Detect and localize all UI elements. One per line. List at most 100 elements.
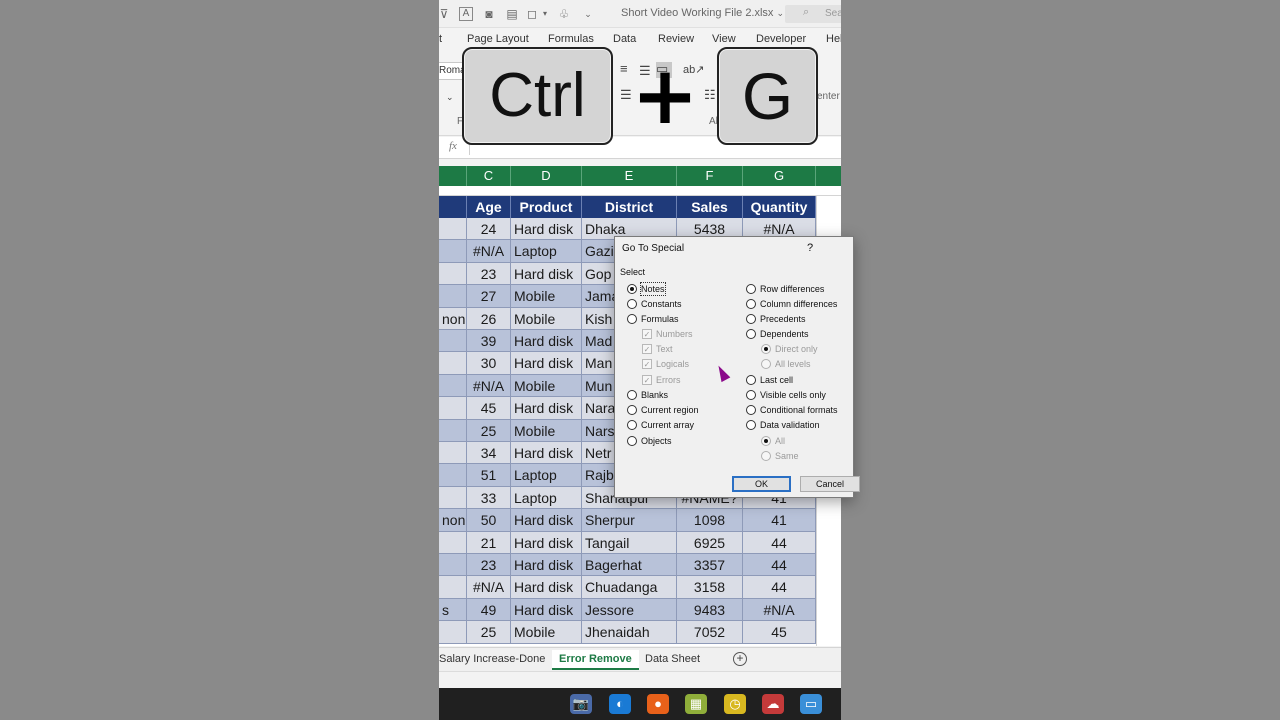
header-cell-sales[interactable]: Sales xyxy=(677,196,743,218)
cell-b[interactable] xyxy=(439,576,467,599)
cell-age[interactable]: 50 xyxy=(467,509,511,532)
cell-age[interactable]: 26 xyxy=(467,307,511,330)
sheet-tab-salary-increase[interactable]: Salary Increase-Done xyxy=(439,653,545,665)
cell-product[interactable]: Hard disk xyxy=(511,262,582,286)
cell-sales[interactable]: 7052 xyxy=(677,621,743,644)
help-icon[interactable]: ? xyxy=(807,242,813,254)
sheet-tab-error-remove[interactable]: Error Remove xyxy=(552,650,639,670)
cell-age[interactable]: 23 xyxy=(467,554,511,577)
cell-b[interactable] xyxy=(439,442,467,465)
cell-age[interactable]: 49 xyxy=(467,598,511,622)
cell-product[interactable]: Hard disk xyxy=(511,598,582,622)
indent-icon[interactable]: ☷ xyxy=(704,88,716,102)
cell-product[interactable]: Mobile xyxy=(511,307,582,330)
cell-sales[interactable]: 6925 xyxy=(677,531,743,554)
cell-sales[interactable]: 3158 xyxy=(677,576,743,599)
cell-quantity[interactable]: 45 xyxy=(743,621,816,644)
cell-district[interactable]: Jessore xyxy=(582,598,677,622)
cell-b[interactable] xyxy=(439,486,467,510)
column-header-e[interactable]: E xyxy=(582,166,677,186)
chevron-down-icon[interactable]: ⌄ xyxy=(777,8,785,18)
tab-formulas[interactable]: Formulas xyxy=(548,33,594,45)
column-header-c[interactable]: C xyxy=(467,166,511,186)
cell-age[interactable]: 25 xyxy=(467,419,511,442)
network-app-icon[interactable]: ☁ xyxy=(762,694,784,714)
ok-button[interactable]: OK xyxy=(732,476,791,492)
clock-app-icon[interactable]: ◷ xyxy=(724,694,746,714)
header-cell-quantity[interactable]: Quantity xyxy=(743,196,816,218)
cell-district[interactable]: Bagerhat xyxy=(582,554,677,577)
drive-app-icon[interactable]: ▭ xyxy=(800,694,822,714)
cell-b[interactable] xyxy=(439,464,467,487)
cell-quantity[interactable]: #N/A xyxy=(743,598,816,622)
cell-product[interactable]: Hard disk xyxy=(511,531,582,554)
cell-b[interactable] xyxy=(439,262,467,286)
camera-icon[interactable]: ◙ xyxy=(482,7,496,21)
cell-b[interactable] xyxy=(439,621,467,644)
form-icon[interactable]: ▤ xyxy=(505,7,519,21)
cell-district[interactable]: Jhenaidah xyxy=(582,621,677,644)
column-header-b[interactable] xyxy=(439,166,467,186)
align-top-icon[interactable]: ≡ xyxy=(620,62,628,76)
cell-product[interactable]: Mobile xyxy=(511,621,582,644)
cell-age[interactable]: #N/A xyxy=(467,240,511,263)
cell-b[interactable] xyxy=(439,352,467,375)
cancel-button[interactable]: Cancel xyxy=(800,476,860,492)
cell-district[interactable]: Sherpur xyxy=(582,509,677,532)
tab-data[interactable]: Data xyxy=(613,33,636,45)
search-box[interactable]: ⌕ Sear xyxy=(785,5,841,23)
shapes-dropdown-icon[interactable]: ▾ xyxy=(538,7,552,21)
cell-b[interactable]: non xyxy=(439,509,467,532)
cell-age[interactable]: 24 xyxy=(467,218,511,241)
cell-product[interactable]: Mobile xyxy=(511,419,582,442)
cell-b[interactable] xyxy=(439,397,467,420)
cell-age[interactable]: 27 xyxy=(467,285,511,308)
column-header-g[interactable]: G xyxy=(743,166,816,186)
cell-b[interactable] xyxy=(439,531,467,554)
tab-view[interactable]: View xyxy=(712,33,736,45)
merge-center-label[interactable]: enter xyxy=(817,91,840,102)
empty-row[interactable] xyxy=(439,186,841,196)
cell-b[interactable] xyxy=(439,285,467,308)
image-app-icon[interactable]: ▦ xyxy=(685,694,707,714)
cell-b[interactable] xyxy=(439,374,467,398)
cell-age[interactable]: 25 xyxy=(467,621,511,644)
cell-product[interactable]: Mobile xyxy=(511,374,582,398)
cell-product[interactable]: Hard disk xyxy=(511,352,582,375)
cell-age[interactable]: 51 xyxy=(467,464,511,487)
font-name-field[interactable]: Roma xyxy=(439,62,463,80)
header-cell-age[interactable]: Age xyxy=(467,196,511,218)
cell-product[interactable]: Hard disk xyxy=(511,576,582,599)
tab-developer[interactable]: Developer xyxy=(756,33,806,45)
cell-age[interactable]: 34 xyxy=(467,442,511,465)
cell-product[interactable]: Hard disk xyxy=(511,330,582,353)
camera-icon[interactable]: 📷 xyxy=(570,694,592,714)
column-header-d[interactable]: D xyxy=(511,166,582,186)
header-cell-product[interactable]: Product xyxy=(511,196,582,218)
cell-product[interactable]: Hard disk xyxy=(511,554,582,577)
cell-b[interactable] xyxy=(439,419,467,442)
cell-district[interactable]: Tangail xyxy=(582,531,677,554)
cell-quantity[interactable]: 41 xyxy=(743,509,816,532)
tab-help[interactable]: Hel xyxy=(826,33,841,45)
cell-b[interactable] xyxy=(439,554,467,577)
hierarchy-icon[interactable]: ♧ xyxy=(557,7,571,21)
customize-toolbar-icon[interactable]: ⌄ xyxy=(581,7,595,21)
cell-b[interactable]: non xyxy=(439,307,467,330)
firefox-icon[interactable]: ● xyxy=(647,694,669,714)
text-box-icon[interactable]: A xyxy=(459,7,473,21)
cell-quantity[interactable]: 44 xyxy=(743,554,816,577)
cell-product[interactable]: Hard disk xyxy=(511,509,582,532)
cell-product[interactable]: Laptop xyxy=(511,486,582,510)
tab-insert[interactable]: t xyxy=(439,33,442,45)
cell-product[interactable]: Laptop xyxy=(511,240,582,263)
cell-age[interactable]: 21 xyxy=(467,531,511,554)
cell-quantity[interactable]: 44 xyxy=(743,576,816,599)
filter-icon[interactable]: ⊽ xyxy=(439,7,451,21)
cell-sales[interactable]: 1098 xyxy=(677,509,743,532)
column-header-h[interactable] xyxy=(816,166,841,186)
cell-product[interactable]: Mobile xyxy=(511,285,582,308)
cell-age[interactable]: 23 xyxy=(467,262,511,286)
cell-product[interactable]: Hard disk xyxy=(511,218,582,241)
header-cell-b[interactable] xyxy=(439,196,467,218)
